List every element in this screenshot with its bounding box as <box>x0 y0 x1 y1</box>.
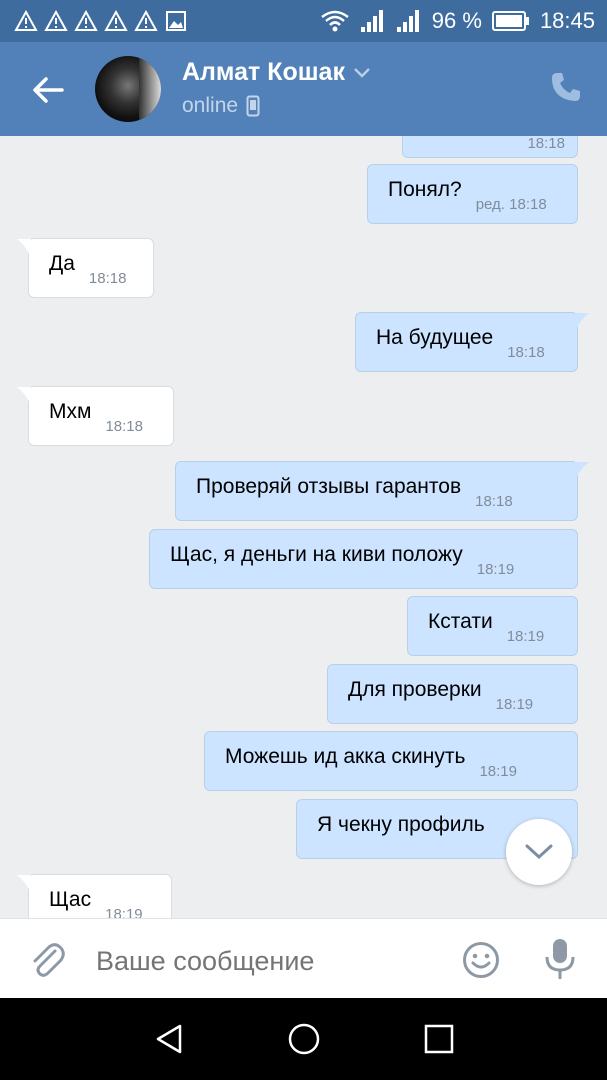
message-time: 18:18 <box>507 343 545 361</box>
warning-icon <box>104 9 128 32</box>
message-bubble-outgoing[interactable]: На будущее 18:18 <box>355 312 589 372</box>
image-icon <box>164 10 188 32</box>
message-text: Щас <box>49 888 92 911</box>
message-composer <box>0 918 607 998</box>
message-bubble-incoming[interactable]: Щас 18:19 <box>17 874 172 919</box>
message-time: 18:18 <box>475 492 513 510</box>
message-text: Понял? <box>388 178 462 201</box>
message-time: 18:19 <box>476 560 515 578</box>
message-text: Щас, я деньги на киви положу <box>170 543 463 566</box>
message-text: Проверяй отзывы гарантов <box>196 475 462 498</box>
system-navigation-bar <box>0 998 607 1080</box>
message-text: На будущее <box>376 326 494 349</box>
circle-home-icon <box>288 1023 320 1055</box>
message-bubble-outgoing[interactable]: Кстати 18:19 <box>407 596 578 656</box>
clock: 18:45 <box>539 8 595 33</box>
status-text: online <box>182 94 239 117</box>
chevron-down-icon <box>525 844 553 860</box>
message-list[interactable]: 18:18 Понял? ред. 18:18 Да 18:18 На буду… <box>0 136 607 918</box>
scroll-to-bottom-button[interactable] <box>506 819 572 885</box>
message-bubble-incoming[interactable]: Да 18:18 <box>17 238 154 298</box>
battery-icon <box>491 11 529 31</box>
message-text: Да <box>49 252 75 275</box>
chevron-down-icon <box>354 67 370 78</box>
warning-icon <box>134 9 158 32</box>
voice-message-button[interactable] <box>542 937 578 981</box>
message-text: Я чекну профиль <box>317 813 485 836</box>
message-bubble-outgoing[interactable]: Понял? ред. 18:18 <box>367 164 578 224</box>
message-bubble-outgoing[interactable]: Щас, я деньги на киви положу 18:19 <box>149 529 578 589</box>
message-text: Можешь ид акка скинуть <box>225 745 466 768</box>
square-recents-icon <box>424 1024 454 1054</box>
nav-recents-button[interactable] <box>422 1022 456 1056</box>
phone-icon <box>552 73 580 101</box>
message-time: 18:19 <box>105 905 143 919</box>
arrow-left-icon <box>33 77 64 103</box>
message-text: Для проверки <box>348 678 482 701</box>
signal-icon <box>396 10 419 32</box>
nav-back-button[interactable] <box>152 1022 186 1056</box>
paperclip-icon <box>33 943 65 977</box>
emoji-button[interactable] <box>462 941 500 979</box>
back-button[interactable] <box>30 72 66 108</box>
signal-icon <box>360 10 383 32</box>
message-time: 18:19 <box>495 695 534 713</box>
message-text: Мхм <box>49 400 92 423</box>
warning-icon <box>44 9 68 32</box>
message-bubble-outgoing[interactable]: Для проверки 18:19 <box>327 664 578 724</box>
message-time: 18:18 <box>88 269 127 287</box>
message-time: 18:18 <box>527 136 565 152</box>
message-bubble-outgoing[interactable]: 18:18 <box>402 136 578 158</box>
contact-name-text: Алмат Кошак <box>182 58 345 86</box>
message-bubble-incoming[interactable]: Мхм 18:18 <box>17 386 174 446</box>
smiley-icon <box>463 942 499 978</box>
message-input[interactable] <box>96 941 436 981</box>
message-time: 18:19 <box>506 627 545 645</box>
message-time: ред. 18:18 <box>475 195 547 213</box>
online-status: online <box>182 94 260 118</box>
chat-header: Алмат Кошак online <box>0 42 607 136</box>
call-button[interactable] <box>549 70 583 104</box>
nav-home-button[interactable] <box>287 1022 321 1056</box>
microphone-icon <box>545 939 575 979</box>
triangle-back-icon <box>156 1024 182 1054</box>
message-text: Кстати <box>428 610 493 633</box>
warning-icon <box>14 9 38 32</box>
message-bubble-outgoing[interactable]: Проверяй отзывы гарантов 18:18 <box>175 461 589 521</box>
wifi-icon <box>321 10 349 32</box>
warning-icon <box>74 9 98 32</box>
notification-icons <box>14 9 188 32</box>
message-time: 18:19 <box>479 762 517 780</box>
contact-name[interactable]: Алмат Кошак <box>182 58 371 87</box>
status-bar: 96 % 18:45 <box>0 0 607 42</box>
attach-button[interactable] <box>28 939 66 979</box>
battery-percent: 96 % <box>431 8 482 33</box>
message-time: 18:18 <box>105 417 143 435</box>
mobile-icon <box>246 95 260 117</box>
avatar[interactable] <box>95 56 161 122</box>
message-bubble-outgoing[interactable]: Можешь ид акка скинуть 18:19 <box>204 731 578 791</box>
